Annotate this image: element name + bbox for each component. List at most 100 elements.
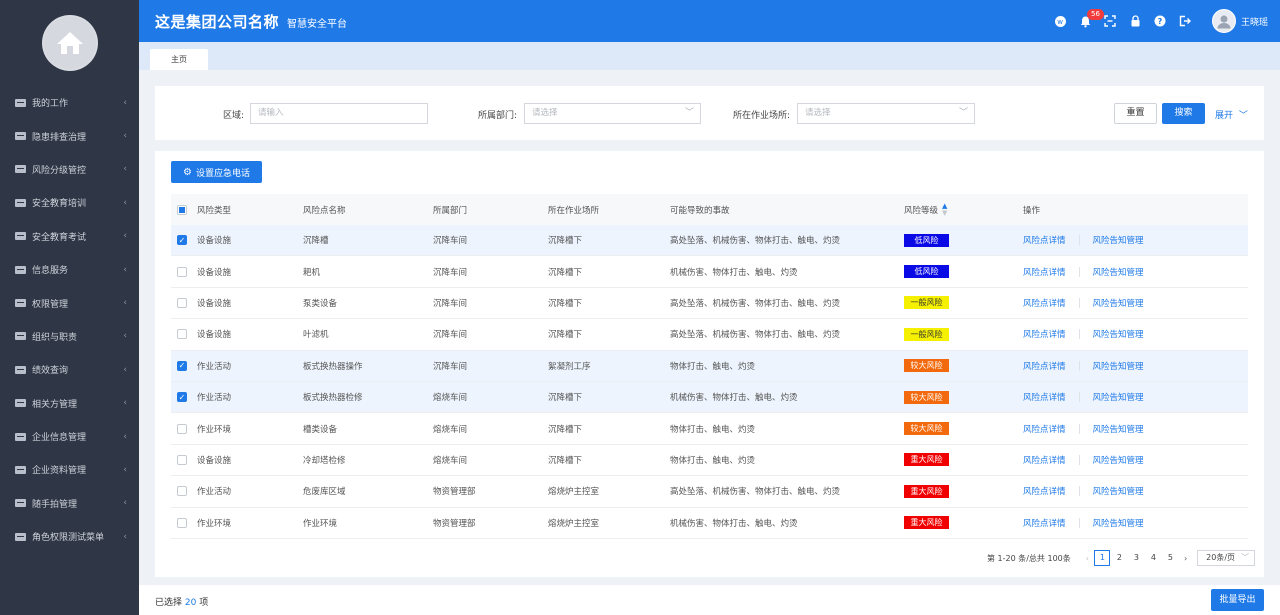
sidebar-item[interactable]: 风险分级管控 ‹ [0,153,139,186]
expand-label: 展开 [1215,111,1234,121]
area-input[interactable]: 请输入 [250,103,428,124]
page-number[interactable]: 2 [1111,550,1127,566]
row-checkbox[interactable]: ✓ [177,360,187,371]
sidebar-item-label: 信息服务 [32,266,69,277]
batch-export-button[interactable]: 批量导出 [1211,589,1264,611]
search-button[interactable]: 搜索 [1162,103,1205,124]
row-select-cell: ✓ [177,225,187,255]
row-checkbox[interactable] [177,517,187,528]
risk-notice-link[interactable]: 风险告知管理 [1093,297,1144,309]
username[interactable]: 王晓瑶 [1241,15,1268,28]
risk-notice-link[interactable]: 风险告知管理 [1093,266,1144,278]
chevron-left-icon: ‹ [123,498,127,509]
sidebar-item[interactable]: 企业资料管理 ‹ [0,453,139,486]
home-logo-icon[interactable] [43,17,96,69]
risk-notice-link[interactable]: 风险告知管理 [1093,517,1144,529]
risk-notice-link[interactable]: 风险告知管理 [1093,360,1144,372]
risk-detail-link[interactable]: 风险点详情 [1023,266,1066,278]
site-select[interactable]: 请选择 ﹀ [797,103,975,124]
page-number[interactable]: 1 [1094,550,1111,566]
table-row[interactable]: 设备设施 耙机 沉降车间 沉降槽下 机械伤害、物体打击、触电、灼烫 低风险 风险点详情 风险告… [171,256,1248,288]
risk-detail-link[interactable]: 风险点详情 [1023,297,1066,309]
logout-icon[interactable] [1173,0,1198,42]
row-checkbox[interactable] [177,266,187,277]
cell-accident: 机械伤害、物体打击、触电、灼烫 [670,267,798,278]
risk-detail-link[interactable]: 风险点详情 [1023,234,1066,246]
select-all-checkbox[interactable] [177,204,187,215]
tab-home[interactable]: 主页 [150,49,208,70]
risk-notice-link[interactable]: 风险告知管理 [1093,454,1144,466]
row-checkbox[interactable] [177,423,187,434]
sidebar-item[interactable]: 信息服务 ‹ [0,253,139,286]
row-checkbox[interactable] [177,329,187,340]
row-checkbox[interactable]: ✓ [177,392,187,403]
help-icon[interactable]: ? [1148,0,1173,42]
risk-detail-link[interactable]: 风险点详情 [1023,423,1066,435]
sidebar-item[interactable]: 企业信息管理 ‹ [0,420,139,453]
risk-notice-link[interactable]: 风险告知管理 [1093,328,1144,340]
set-emergency-phone-button[interactable]: ⚙ 设置应急电话 [171,161,262,183]
page-number[interactable]: 4 [1145,550,1161,566]
sidebar-item[interactable]: 安全教育培训 ‹ [0,186,139,219]
chevron-right-icon[interactable]: › [1184,554,1187,563]
row-checkbox[interactable] [177,454,187,465]
table-row[interactable]: ✓ 作业活动 板式换热器检修 熔烧车间 沉降槽下 机械伤害、物体打击、触电、灼烫 较大风险 风… [171,382,1248,414]
divider [1078,266,1080,277]
sidebar-item[interactable]: 组织与职责 ‹ [0,320,139,353]
department-select[interactable]: 请选择 ﹀ [524,103,701,124]
cell-dept: 沉降车间 [433,236,468,247]
sort-icon[interactable]: ▲ ▼ [942,202,947,217]
row-checkbox[interactable] [177,486,187,497]
table-row[interactable]: 设备设施 泵类设备 沉降车间 沉降槽下 高处坠落、机械伤害、物体打击、触电、灼烫 一般风险… [171,288,1248,320]
risk-notice-link[interactable]: 风险告知管理 [1093,485,1144,497]
table-row[interactable]: 设备设施 叶滤机 沉降车间 沉降槽下 高处坠落、机械伤害、物体打击、触电、灼烫 一般风险 风… [171,319,1248,351]
table-row[interactable]: 作业活动 危废库区域 物资管理部 熔烧炉主控室 高处坠落、机械伤害、物体打击、触电、灼烫… [171,476,1248,508]
sidebar-item-label: 相关方管理 [32,399,78,410]
sidebar-item[interactable]: 隐患排查治理 ‹ [0,119,139,152]
page-size-select[interactable]: 20条/页 ﹀ [1197,550,1256,566]
sidebar-item[interactable]: 我的工作 ‹ [0,86,139,119]
sidebar-item-label: 绩效查询 [32,366,69,377]
table-row[interactable]: 设备设施 冷却塔检修 熔烧车间 沉降槽下 物体打击、触电、灼烫 重大风险 风险点详情 风险告知… [171,445,1248,477]
weibo-icon[interactable]: w [1048,0,1073,42]
sidebar-item[interactable]: 角色权限测试菜单 ‹ [0,520,139,553]
risk-detail-link[interactable]: 风险点详情 [1023,454,1066,466]
expand-toggle[interactable]: 展开 ﹀ [1215,108,1248,121]
sidebar-item[interactable]: 权限管理 ‹ [0,286,139,319]
chevron-down-icon: ﹀ [1238,111,1248,121]
row-checkbox[interactable] [177,297,187,308]
risk-level-sort-header[interactable]: 风险等级 ▲ ▼ [904,194,947,225]
table-panel: ⚙ 设置应急电话 风险类型 风险点名称 所属部门 所在作业场所 可能导致的事故 … [155,151,1264,577]
risk-notice-link[interactable]: 风险告知管理 [1093,423,1144,435]
bell-icon[interactable]: 56 [1073,0,1104,42]
selected-prefix: 已选择 [155,598,183,608]
cell-accident: 高处坠落、机械伤害、物体打击、触电、灼烫 [670,487,841,498]
divider [1078,454,1080,465]
avatar[interactable] [1211,9,1236,33]
table-row[interactable]: 作业环境 作业环境 物资管理部 熔烧炉主控室 机械伤害、物体打击、触电、灼烫 重大风险 风险… [171,508,1248,539]
risk-detail-link[interactable]: 风险点详情 [1023,360,1066,372]
table-row[interactable]: ✓ 作业活动 板式换热器操作 沉降车间 絮凝剂工序 物体打击、触电、灼烫 较大风险 风险点详情… [171,350,1248,382]
sidebar-item[interactable]: 安全教育考试 ‹ [0,220,139,253]
lock-icon[interactable] [1123,0,1148,42]
row-checkbox[interactable]: ✓ [177,235,187,246]
chevron-left-icon[interactable]: ‹ [1086,554,1089,563]
risk-notice-link[interactable]: 风险告知管理 [1093,391,1144,403]
risk-detail-link[interactable]: 风险点详情 [1023,485,1066,497]
reset-button[interactable]: 重置 [1114,103,1157,124]
page-number[interactable]: 3 [1128,550,1144,566]
risk-notice-link[interactable]: 风险告知管理 [1093,234,1144,246]
risk-detail-link[interactable]: 风险点详情 [1023,391,1066,403]
table-row[interactable]: ✓ 设备设施 沉降槽 沉降车间 沉降槽下 高处坠落、机械伤害、物体打击、触电、灼烫 低风险 风… [171,225,1248,257]
table-row[interactable]: 作业环境 槽类设备 熔烧车间 沉降槽下 物体打击、触电、灼烫 较大风险 风险点详情 风险告知管… [171,413,1248,445]
sidebar-item[interactable]: 随手拍管理 ‹ [0,487,139,520]
chevron-left-icon: ‹ [123,197,127,208]
page-number[interactable]: 5 [1162,550,1178,566]
sidebar-item[interactable]: 绩效查询 ‹ [0,353,139,386]
risk-detail-link[interactable]: 风险点详情 [1023,328,1066,340]
menu-icon [15,365,26,374]
risk-detail-link[interactable]: 风险点详情 [1023,517,1066,529]
fullscreen-icon[interactable] [1098,0,1123,42]
sidebar: 我的工作 ‹ 隐患排查治理 ‹ 风险分级管控 ‹ 安全教育培训 ‹ 安全教育考试 ‹ 信息服务 ‹ 权限… [0,0,139,615]
sidebar-item[interactable]: 相关方管理 ‹ [0,387,139,420]
